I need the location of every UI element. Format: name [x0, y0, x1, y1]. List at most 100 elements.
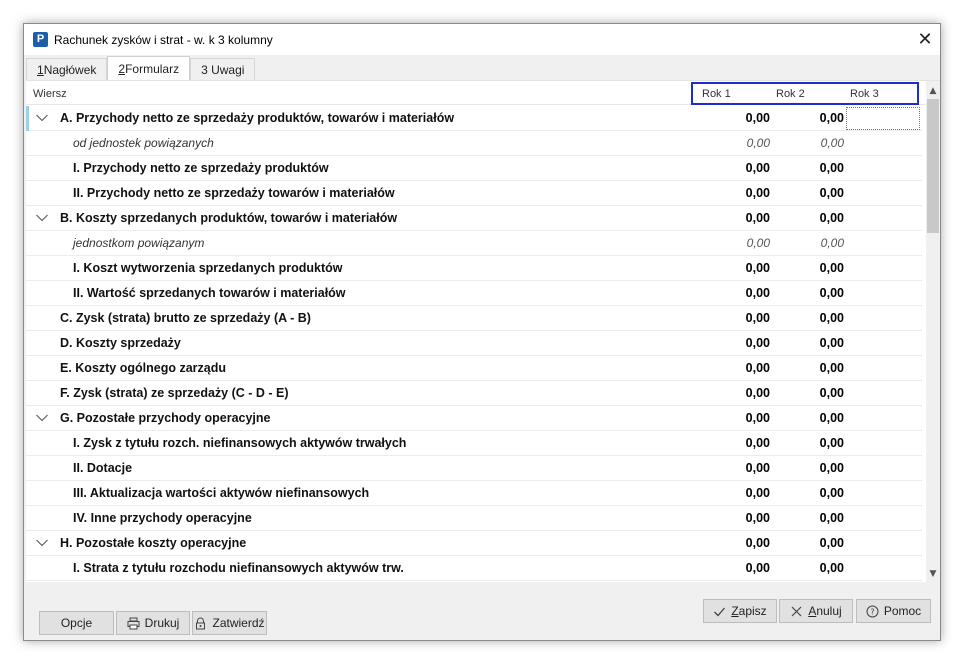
drukuj-button[interactable]: Drukuj	[116, 611, 190, 635]
scroll-thumb[interactable]	[927, 99, 939, 233]
table-row[interactable]: II. Wartość sprzedanych towarów i materi…	[26, 281, 922, 306]
table-row[interactable]: G. Pozostałe przychody operacyjne 0,00 0,0…	[26, 406, 922, 431]
vertical-scrollbar[interactable]: ▲ ▼	[926, 81, 940, 583]
cell-rok3[interactable]	[846, 132, 920, 155]
cell-rok2[interactable]: 0,00	[784, 261, 844, 275]
cell-rok1[interactable]: 0,00	[710, 111, 770, 125]
cell-rok2[interactable]: 0,00	[784, 411, 844, 425]
cell-rok1[interactable]: 0,00	[710, 261, 770, 275]
scroll-up-icon[interactable]: ▲	[926, 84, 940, 98]
cell-rok1[interactable]: 0,00	[710, 211, 770, 225]
cell-rok3[interactable]	[846, 482, 920, 505]
cell-rok2[interactable]: 0,00	[784, 461, 844, 475]
cell-rok3[interactable]	[846, 107, 920, 130]
cell-rok3[interactable]	[846, 207, 920, 230]
table-row[interactable]: F. Zysk (strata) ze sprzedaży (C - D - E…	[26, 381, 922, 406]
table-row[interactable]: E. Koszty ogólnego zarządu 0,00 0,00	[26, 356, 922, 381]
table-row[interactable]: od jednostek powiązanych 0,00 0,00	[26, 131, 922, 156]
cell-rok3[interactable]	[846, 432, 920, 455]
tab-uwagi[interactable]: 3 Uwagi	[190, 58, 256, 80]
cell-rok2[interactable]: 0,00	[784, 186, 844, 200]
cell-rok3[interactable]	[846, 532, 920, 555]
cell-rok2[interactable]: 0,00	[784, 361, 844, 375]
cell-rok2[interactable]: 0,00	[784, 211, 844, 225]
chevron-down-icon[interactable]	[35, 534, 49, 550]
cell-rok2[interactable]: 0,00	[784, 111, 844, 125]
cell-rok2[interactable]: 0,00	[784, 236, 844, 250]
chevron-down-icon[interactable]	[35, 409, 49, 425]
cell-rok2[interactable]: 0,00	[784, 311, 844, 325]
table-row[interactable]: C. Zysk (strata) brutto ze sprzedaży (A …	[26, 306, 922, 331]
cell-rok1[interactable]: 0,00	[710, 461, 770, 475]
cell-rok3[interactable]	[846, 457, 920, 480]
tab-naglowek[interactable]: 1 Nagłówek	[26, 58, 108, 80]
cell-rok3[interactable]	[846, 182, 920, 205]
cell-rok3[interactable]	[846, 157, 920, 180]
tab-formularz[interactable]: 2 Formularz	[107, 56, 191, 81]
table-row[interactable]: I. Koszt wytworzenia sprzedanych produkt…	[26, 256, 922, 281]
close-button[interactable]: ✕	[910, 24, 940, 55]
cell-rok1[interactable]: 0,00	[710, 311, 770, 325]
column-header-rok3[interactable]: Rok 3	[841, 88, 915, 100]
table-row[interactable]: I. Strata z tytułu rozchodu niefinansowy…	[26, 556, 922, 581]
cell-rok1[interactable]: 0,00	[710, 386, 770, 400]
cell-rok1[interactable]: 0,00	[710, 161, 770, 175]
cell-rok3[interactable]	[846, 332, 920, 355]
table-row[interactable]: H. Pozostałe koszty operacyjne 0,00 0,00	[26, 531, 922, 556]
cell-rok1[interactable]: 0,00	[710, 436, 770, 450]
cell-rok1[interactable]: 0,00	[710, 411, 770, 425]
zapisz-button[interactable]: Zapisz	[703, 599, 777, 623]
cell-rok2[interactable]: 0,00	[784, 336, 844, 350]
column-header-rok1[interactable]: Rok 1	[693, 88, 767, 100]
table-row[interactable]: jednostkom powiązanym 0,00 0,00	[26, 231, 922, 256]
cell-rok2[interactable]: 0,00	[784, 561, 844, 575]
cell-rok1[interactable]: 0,00	[710, 186, 770, 200]
scroll-down-icon[interactable]: ▼	[926, 567, 940, 581]
cell-rok1[interactable]: 0,00	[710, 286, 770, 300]
cell-rok1[interactable]: 0,00	[710, 136, 770, 150]
row-label: H. Pozostałe koszty operacyjne	[60, 536, 247, 550]
table-row[interactable]: I. Zysk z tytułu rozch. niefinansowych a…	[26, 431, 922, 456]
cell-rok3[interactable]	[846, 282, 920, 305]
cell-rok3[interactable]	[846, 407, 920, 430]
cell-rok3[interactable]	[846, 232, 920, 255]
cell-rok1[interactable]: 0,00	[710, 361, 770, 375]
cell-rok3[interactable]	[846, 507, 920, 530]
zatwierdz-button[interactable]: Zatwierdź	[192, 611, 267, 635]
cell-rok1[interactable]: 0,00	[710, 536, 770, 550]
cell-rok1[interactable]: 0,00	[710, 486, 770, 500]
table-row[interactable]: II. Dotacje 0,00 0,00	[26, 456, 922, 481]
table-row[interactable]: B. Koszty sprzedanych produktów, towarów…	[26, 206, 922, 231]
table-row[interactable]: IV. Inne przychody operacyjne 0,00 0,00	[26, 506, 922, 531]
anuluj-label: Anuluj	[808, 604, 841, 618]
column-header-rok2[interactable]: Rok 2	[767, 88, 841, 100]
cell-rok2[interactable]: 0,00	[784, 436, 844, 450]
cell-rok1[interactable]: 0,00	[710, 336, 770, 350]
cell-rok2[interactable]: 0,00	[784, 161, 844, 175]
cell-rok1[interactable]: 0,00	[710, 561, 770, 575]
table-row[interactable]: III. Aktualizacja wartości aktywów niefi…	[26, 481, 922, 506]
table-row[interactable]: II. Przychody netto ze sprzedaży towarów…	[26, 181, 922, 206]
cell-rok3[interactable]	[846, 257, 920, 280]
cell-rok3[interactable]	[846, 307, 920, 330]
table-row[interactable]: I. Przychody netto ze sprzedaży produktó…	[26, 156, 922, 181]
chevron-down-icon[interactable]	[35, 109, 49, 125]
cell-rok3[interactable]	[846, 557, 920, 580]
chevron-down-icon[interactable]	[35, 209, 49, 225]
cell-rok1[interactable]: 0,00	[710, 236, 770, 250]
cell-rok3[interactable]	[846, 382, 920, 405]
opcje-button[interactable]: Opcje	[39, 611, 114, 635]
cell-rok3[interactable]	[846, 357, 920, 380]
cell-rok1[interactable]: 0,00	[710, 511, 770, 525]
cell-rok2[interactable]: 0,00	[784, 136, 844, 150]
table-row[interactable]: D. Koszty sprzedaży 0,00 0,00	[26, 331, 922, 356]
cell-rok2[interactable]: 0,00	[784, 386, 844, 400]
cell-rok2[interactable]: 0,00	[784, 486, 844, 500]
cell-rok2[interactable]: 0,00	[784, 511, 844, 525]
pomoc-button[interactable]: ? Pomoc	[856, 599, 931, 623]
cell-rok2[interactable]: 0,00	[784, 286, 844, 300]
anuluj-button[interactable]: Anuluj	[779, 599, 853, 623]
row-label: B. Koszty sprzedanych produktów, towarów…	[60, 211, 398, 225]
cell-rok2[interactable]: 0,00	[784, 536, 844, 550]
table-row[interactable]: A. Przychody netto ze sprzedaży produktó…	[26, 106, 922, 131]
